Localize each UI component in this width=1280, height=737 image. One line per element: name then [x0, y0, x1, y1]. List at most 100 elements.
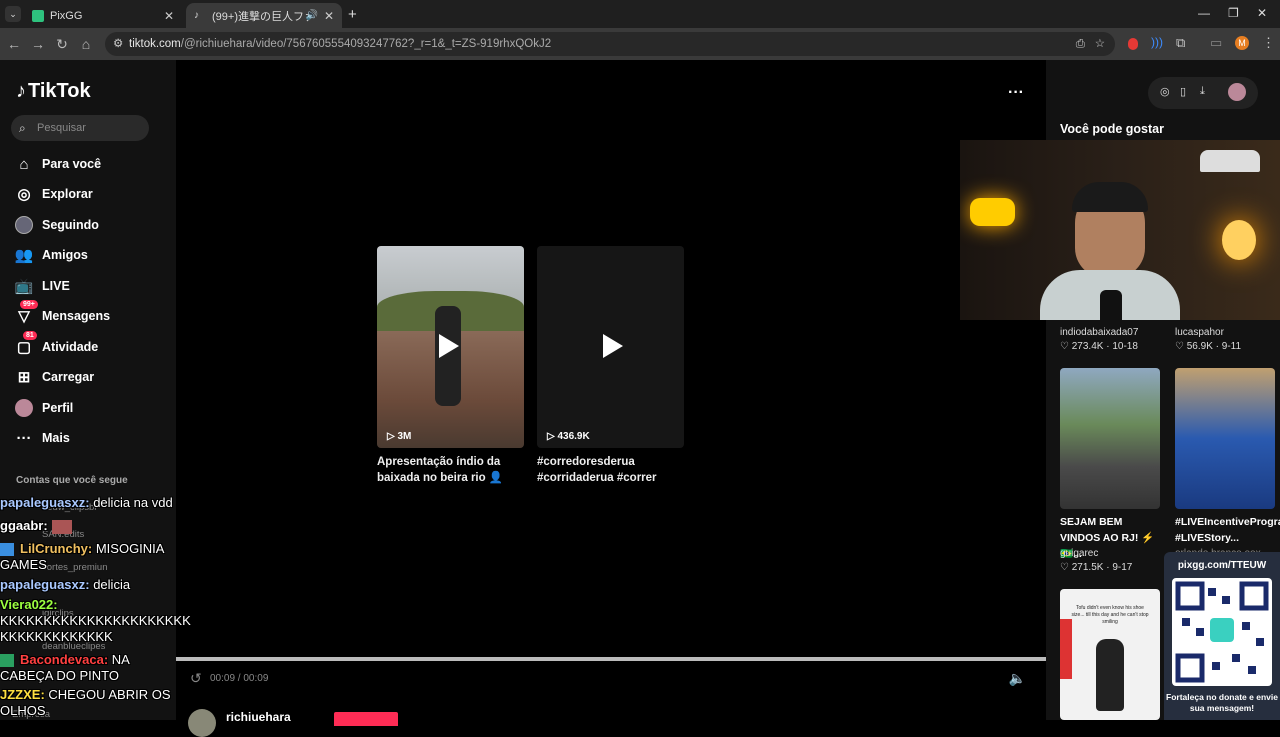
sidebar-item-label: Mais: [42, 431, 70, 445]
view-count-value: 436.9K: [557, 431, 590, 442]
chat-user: Viera022:: [0, 597, 58, 612]
card-author[interactable]: indiodabaixada07: [1060, 327, 1138, 338]
heart-icon: ♡: [1175, 341, 1187, 352]
phone-icon[interactable]: ▯: [1180, 85, 1186, 98]
chat-badge-icon: [0, 543, 14, 557]
tiktok-favicon-icon: ♪: [194, 9, 199, 21]
chat-text: CABEÇA DO PINTO: [0, 668, 119, 683]
card-likes: 273.4K: [1071, 341, 1104, 352]
tab-tiktok[interactable]: ♪ (99+)進撃の巨人ファン必見の 🔊 ✕: [186, 3, 342, 28]
sidebar-item-mensagens[interactable]: ▽ 99+ Mensagens: [14, 300, 110, 327]
chat-message: Viera022:: [0, 597, 58, 613]
card-title[interactable]: #LIVEIncentiveProgram #LIVEStory...: [1175, 514, 1280, 546]
install-icon[interactable]: ⎙: [1076, 32, 1085, 56]
extensions-puzzle-icon[interactable]: ⧉: [1176, 35, 1185, 51]
home-icon[interactable]: ⌂: [76, 34, 96, 54]
card-date: 9-11: [1221, 341, 1242, 352]
sidebar-item-atividade[interactable]: ▢ 81 Atividade: [14, 331, 98, 358]
search-icon: ⌕: [19, 121, 26, 135]
reload-icon[interactable]: ↻: [52, 34, 72, 54]
sidebar-item-explorar[interactable]: ◎ Explorar: [14, 183, 93, 205]
suggested-video-card[interactable]: [1060, 368, 1160, 509]
new-tab-button[interactable]: +: [348, 6, 357, 23]
url-host: tiktok.com: [129, 38, 181, 50]
top-actions-bar: ◎ ▯ ⤓: [1148, 77, 1258, 109]
card-author[interactable]: lucaspahor: [1175, 327, 1224, 338]
replay-icon[interactable]: ↺: [190, 670, 202, 687]
author-avatar[interactable]: [188, 709, 216, 737]
author-name[interactable]: richiuehara: [226, 710, 291, 724]
suggested-video-card[interactable]: [1175, 368, 1275, 509]
activity-badge: 81: [23, 331, 37, 340]
card-stats: ♡ 271.5K · 9-17: [1060, 562, 1133, 573]
video-thumbnail[interactable]: ▷ 436.9K: [537, 246, 684, 448]
chat-text: NA: [108, 652, 130, 667]
chat-message: ggaabr:: [0, 518, 72, 534]
live-icon: 📺: [14, 278, 34, 295]
video-progress-bar[interactable]: [176, 657, 1046, 661]
card-figure: [1096, 639, 1124, 711]
extension-record-icon[interactable]: [1128, 38, 1138, 50]
browser-menu-icon[interactable]: ⋮: [1262, 35, 1275, 51]
search-input[interactable]: ⌕ Pesquisar: [11, 115, 149, 141]
chat-text: KKKKKKKKKKKKK: [0, 629, 113, 644]
tab-list-icon[interactable]: ⌄: [5, 6, 21, 22]
card-likes: 56.9K: [1186, 341, 1213, 352]
chat-message: OLHOS: [0, 703, 46, 719]
close-window-icon[interactable]: ✕: [1257, 6, 1267, 20]
chat-text: MISOGINIA: [92, 541, 165, 556]
sidebar-item-mais[interactable]: ··· Mais: [14, 427, 70, 449]
sidebar-item-seguindo[interactable]: Seguindo: [14, 214, 99, 236]
video-thumbnail[interactable]: ▷ 3M: [377, 246, 524, 448]
back-icon[interactable]: ←: [4, 34, 24, 54]
sidebar-item-label: Seguindo: [42, 218, 99, 232]
download-icon[interactable]: ⤓: [1200, 85, 1205, 98]
compass-icon[interactable]: ◎: [1160, 85, 1170, 98]
video-player-area: ▷ 3M ▷ 436.9K Apresentação índio da baix…: [176, 60, 1046, 737]
sidebar-item-label: Perfil: [42, 401, 74, 415]
sidebar-item-carregar[interactable]: ⊞ Carregar: [14, 366, 94, 388]
video-title[interactable]: Apresentação índio da baixada no beira r…: [377, 454, 527, 486]
user-avatar[interactable]: [1228, 83, 1246, 101]
play-icon: [439, 334, 459, 358]
sidebar-item-label: Explorar: [42, 187, 93, 201]
minimize-icon[interactable]: —: [1198, 6, 1210, 20]
chat-message: LilCrunchy: MISOGINIA: [0, 541, 164, 557]
address-bar[interactable]: ⚙ tiktok.com/@richiuehara/video/75676055…: [105, 32, 1115, 56]
more-options-icon[interactable]: ···: [1008, 84, 1024, 102]
sidebar-item-live[interactable]: 📺 LIVE: [14, 275, 70, 297]
chat-text: delicia: [89, 577, 131, 592]
qr-code-graphic: [1175, 581, 1269, 683]
close-tab-icon[interactable]: ✕: [324, 9, 334, 23]
sidebar-item-perfil[interactable]: Perfil: [14, 397, 73, 419]
chat-message: GAMES: [0, 557, 47, 573]
friends-icon: 👥: [14, 247, 34, 264]
site-info-icon[interactable]: ⚙: [113, 32, 123, 56]
view-count-value: 3M: [397, 431, 412, 442]
sidebar-item-para-voce[interactable]: ⌂ Para você: [14, 153, 101, 175]
follow-button[interactable]: [334, 712, 398, 726]
logo-text: TikTok: [28, 80, 91, 102]
chat-text: CHEGOU ABRIR OS: [44, 687, 171, 702]
followed-account[interactable]: cortes_premiun: [42, 562, 107, 573]
volume-icon[interactable]: 🔈: [1009, 670, 1026, 687]
close-tab-icon[interactable]: ✕: [164, 9, 174, 23]
card-flag-stripe: [1060, 619, 1072, 679]
forward-icon[interactable]: →: [28, 34, 48, 54]
sidebar-item-amigos[interactable]: 👥 Amigos: [14, 244, 88, 266]
video-title[interactable]: #corredoresderua #corridaderua #correr: [537, 454, 687, 486]
restore-icon[interactable]: ❐: [1228, 6, 1239, 20]
extension-audio-icon[interactable]: ))): [1151, 35, 1163, 49]
profile-avatar[interactable]: M: [1235, 36, 1249, 50]
card-author[interactable]: guigarec: [1060, 548, 1098, 559]
play-small-icon: ▷: [387, 431, 398, 442]
tab-pixgg[interactable]: PixGG ✕: [24, 3, 182, 28]
play-icon: [603, 334, 623, 358]
sidebar-toggle-icon[interactable]: ▭: [1210, 35, 1222, 51]
suggested-video-card[interactable]: Tofu didn't even know his shoe size... t…: [1060, 589, 1160, 720]
bookmark-star-icon[interactable]: ☆: [1095, 32, 1105, 56]
tiktok-logo[interactable]: ♪ TikTok: [16, 80, 91, 103]
profile-icon: [14, 398, 34, 418]
speaker-icon[interactable]: 🔊: [306, 10, 318, 21]
card-caption: Tofu didn't even know his shoe size... t…: [1071, 605, 1149, 625]
